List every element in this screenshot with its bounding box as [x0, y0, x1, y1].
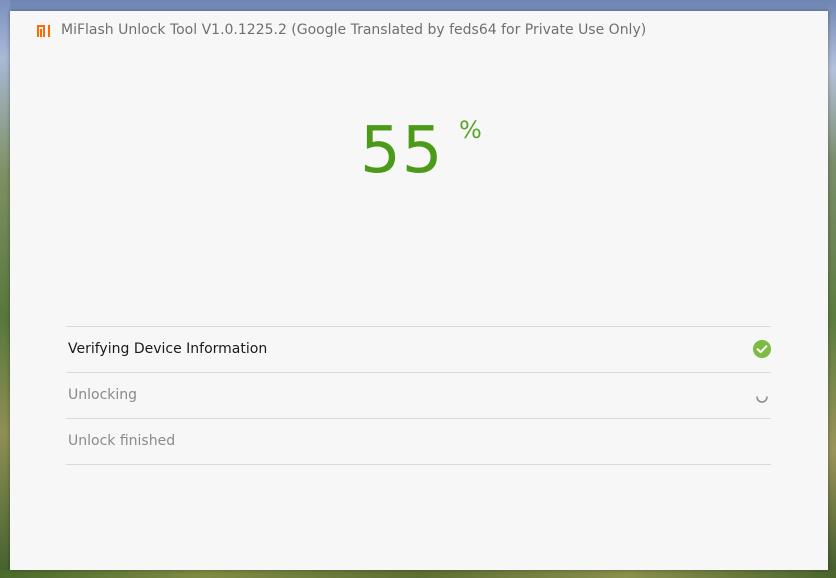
- unlock-tool-window: MiFlash Unlock Tool V1.0.1225.2 (Google …: [10, 11, 828, 570]
- desktop-wallpaper-bottom: [0, 570, 836, 578]
- step-unlocking: Unlocking: [66, 372, 771, 418]
- check-circle-icon: [753, 340, 771, 358]
- mi-logo-icon: [37, 25, 50, 37]
- desktop-wallpaper-left: [0, 0, 10, 578]
- window-title: MiFlash Unlock Tool V1.0.1225.2 (Google …: [61, 22, 647, 38]
- step-unlock-finished: Unlock finished: [66, 418, 771, 465]
- progress-percent-value: 55: [360, 114, 444, 188]
- spinner-icon: [756, 396, 768, 403]
- desktop-wallpaper-right: [828, 0, 836, 578]
- progress-percent-sign: %: [459, 116, 482, 144]
- step-label: Unlocking: [68, 387, 138, 403]
- unlock-steps-list: Verifying Device Information Unlocking U…: [66, 326, 771, 465]
- step-label: Verifying Device Information: [68, 341, 268, 357]
- title-bar[interactable]: MiFlash Unlock Tool V1.0.1225.2 (Google …: [10, 11, 828, 49]
- step-verifying-device: Verifying Device Information: [66, 326, 771, 372]
- step-label: Unlock finished: [68, 433, 176, 449]
